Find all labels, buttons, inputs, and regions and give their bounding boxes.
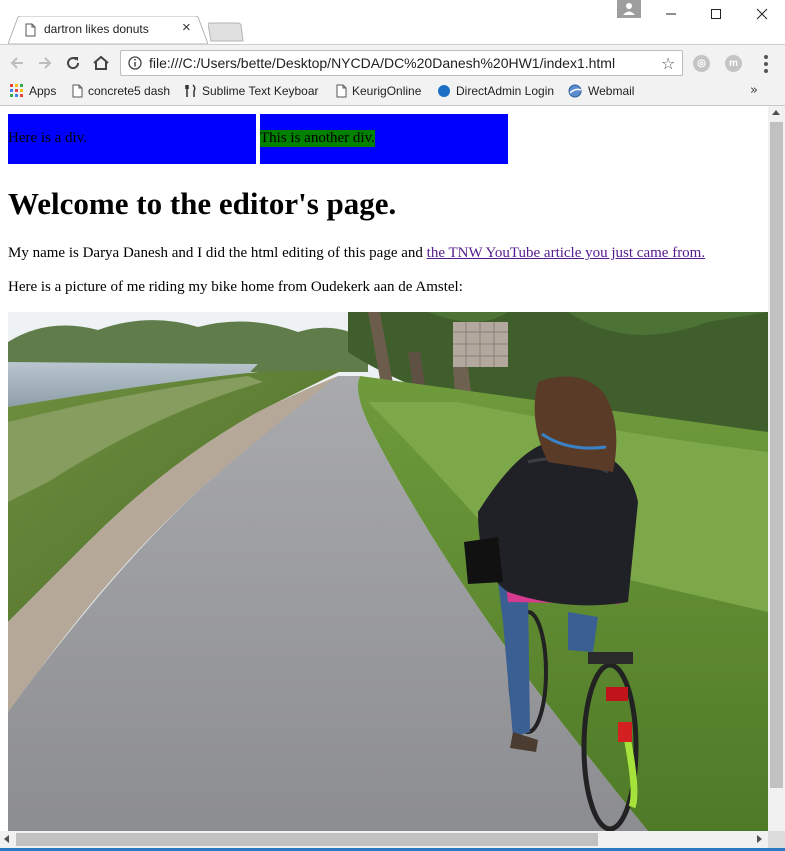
- bookmark-sublime[interactable]: Sublime Text Keyboar: [185, 84, 319, 98]
- page-icon: [336, 84, 347, 98]
- page-heading: Welcome to the editor's page.: [8, 186, 397, 221]
- vertical-scrollbar[interactable]: [768, 106, 785, 831]
- bookmark-concrete5[interactable]: concrete5 dash: [72, 84, 170, 98]
- back-button[interactable]: [6, 52, 28, 74]
- extension-a-icon[interactable]: ◎: [693, 55, 710, 72]
- home-button[interactable]: [90, 52, 112, 74]
- reload-icon: [67, 57, 80, 70]
- fork-knife-icon: [185, 84, 196, 97]
- div-2-text: This is another div.: [260, 130, 375, 147]
- bookmark-webmail[interactable]: Webmail: [568, 84, 634, 98]
- bookmark-star-icon[interactable]: ☆: [661, 54, 675, 73]
- scroll-left-icon[interactable]: [4, 835, 9, 843]
- minimize-button[interactable]: [648, 0, 694, 28]
- bookmark-keurig[interactable]: KeurigOnline: [336, 84, 421, 98]
- profile-icon[interactable]: [617, 0, 641, 18]
- info-icon[interactable]: [128, 56, 142, 70]
- apps-grid-icon: [10, 84, 23, 97]
- blue-circle-icon: [438, 85, 450, 97]
- home-icon: [93, 55, 109, 70]
- scroll-right-icon[interactable]: [757, 835, 762, 843]
- horizontal-scroll-thumb[interactable]: [16, 833, 598, 846]
- vertical-scroll-thumb[interactable]: [770, 122, 783, 788]
- title-bar: dartron likes donuts ×: [0, 0, 785, 44]
- scroll-up-icon[interactable]: [772, 110, 780, 115]
- close-icon: [756, 8, 768, 20]
- maximize-button[interactable]: [693, 0, 739, 28]
- page-viewport: Here is a div. This is another div. Welc…: [0, 106, 768, 831]
- back-arrow-icon: [10, 57, 23, 69]
- browser-menu-icon[interactable]: [760, 55, 772, 73]
- blue-div-2: This is another div.: [260, 114, 508, 164]
- tab-title: dartron likes donuts: [44, 22, 149, 36]
- bookmark-label: KeurigOnline: [352, 84, 422, 98]
- bookmark-label: Apps: [29, 84, 57, 98]
- browser-toolbar: file:///C:/Users/bette/Desktop/NYCDA/DC%…: [0, 44, 785, 82]
- intro-text: My name is Darya Danesh and I did the ht…: [8, 245, 427, 261]
- page-icon: [72, 84, 83, 98]
- div-1-text: Here is a div.: [8, 130, 87, 146]
- browser-tab[interactable]: dartron likes donuts ×: [8, 16, 208, 44]
- bookmark-label: DirectAdmin Login: [456, 84, 555, 98]
- forward-button[interactable]: [34, 52, 56, 74]
- forward-arrow-icon: [39, 57, 52, 69]
- bookmark-label: Webmail: [588, 84, 635, 98]
- webmail-icon: [568, 84, 582, 98]
- reload-button[interactable]: [62, 52, 84, 74]
- maximize-icon: [711, 9, 721, 19]
- bookmark-directadmin[interactable]: DirectAdmin Login: [437, 84, 554, 98]
- horizontal-scrollbar[interactable]: [0, 831, 768, 848]
- intro-paragraph: My name is Darya Danesh and I did the ht…: [8, 245, 705, 262]
- bookmarks-more-icon[interactable]: »: [750, 83, 758, 98]
- tab-close-icon[interactable]: ×: [182, 19, 191, 36]
- bookmark-label: concrete5 dash: [88, 84, 171, 98]
- tnw-article-link[interactable]: the TNW YouTube article you just came fr…: [427, 245, 705, 261]
- bike-ride-photo: [8, 312, 768, 831]
- new-tab-button[interactable]: [208, 22, 244, 42]
- scrollbar-corner: [768, 831, 785, 848]
- blue-div-1: Here is a div.: [8, 114, 256, 164]
- minimize-icon: [666, 13, 676, 15]
- bookmarks-bar: Apps concrete5 dash Sublime Text Keyboar…: [0, 81, 785, 106]
- window-close-button[interactable]: [739, 0, 785, 28]
- url-text[interactable]: file:///C:/Users/bette/Desktop/NYCDA/DC%…: [149, 55, 615, 71]
- extension-m-icon[interactable]: m: [725, 55, 742, 72]
- page-icon: [25, 23, 36, 37]
- address-bar[interactable]: file:///C:/Users/bette/Desktop/NYCDA/DC%…: [120, 50, 683, 76]
- picture-caption: Here is a picture of me riding my bike h…: [8, 279, 463, 295]
- bookmark-label: Sublime Text Keyboar: [202, 84, 319, 98]
- bookmark-apps[interactable]: Apps: [10, 84, 56, 98]
